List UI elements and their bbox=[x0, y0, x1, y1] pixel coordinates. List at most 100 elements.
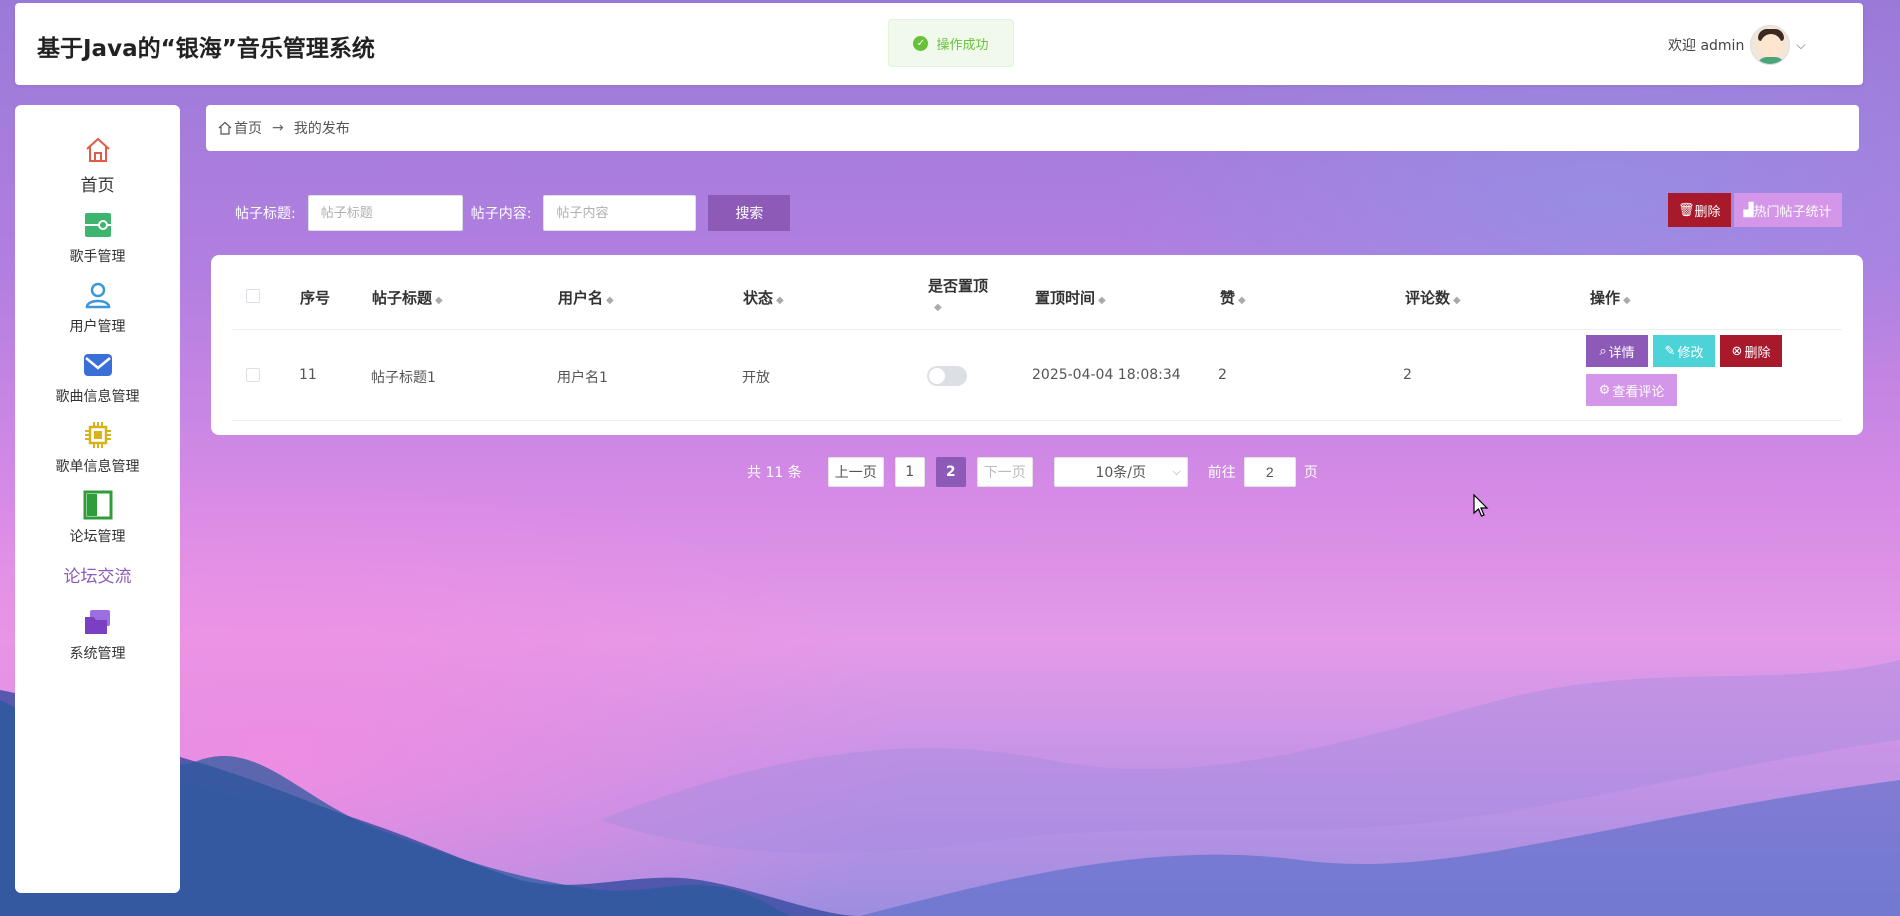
hot-stats-label: 热门帖子统计 bbox=[1753, 204, 1832, 220]
top-header: 基于Java的“银海”音乐管理系统 ✓ 操作成功 欢迎 admin ⌵ bbox=[15, 3, 1863, 85]
row-checkbox[interactable] bbox=[246, 368, 260, 382]
table-card: 序号 帖子标题 ◆ 用户名 ◆ 状态 ◆ 是否置顶 ◆ 置顶时间 ◆ 赞 ◆ 评论数 ◆ 操作… bbox=[211, 255, 1863, 435]
mail-icon bbox=[83, 354, 112, 376]
edit-icon: ✎ bbox=[1664, 343, 1676, 359]
goto-page-input[interactable] bbox=[1243, 457, 1296, 487]
next-page-button[interactable]: 下一页 bbox=[976, 457, 1033, 487]
sort-icon[interactable]: ◆ bbox=[1238, 295, 1246, 306]
goto-label: 前往 bbox=[1207, 465, 1236, 481]
edit-button[interactable]: ✎ 修改 bbox=[1653, 335, 1715, 367]
col-id[interactable]: 序号 bbox=[300, 287, 330, 308]
success-toast: ✓ 操作成功 bbox=[888, 19, 1014, 67]
title-search-label: 帖子标题: bbox=[235, 206, 296, 222]
sidebar-item-label: 首页 bbox=[80, 176, 115, 196]
sort-icon[interactable]: ◆ bbox=[776, 295, 784, 306]
sort-icon[interactable]: ◆ bbox=[1098, 295, 1106, 306]
col-comments[interactable]: 评论数 ◆ bbox=[1405, 287, 1461, 308]
sidebar-item-forum-admin[interactable]: 论坛管理 bbox=[15, 490, 180, 546]
sort-icon[interactable]: ◆ bbox=[1453, 295, 1461, 306]
sidebar-item-label: 用户管理 bbox=[69, 319, 126, 335]
table-row: 11 帖子标题1 用户名1 开放 2025-04-04 18:08:34 2 2… bbox=[232, 330, 1842, 421]
gear-icon: ⚙ bbox=[1598, 382, 1611, 398]
sidebar-item-singers[interactable]: 歌手管理 bbox=[15, 210, 180, 266]
sort-icon[interactable]: ◆ bbox=[1623, 295, 1631, 306]
page-2-button[interactable]: 2 bbox=[935, 457, 966, 487]
breadcrumb-home[interactable]: 首页 bbox=[234, 118, 262, 138]
home-icon bbox=[85, 137, 110, 162]
user-icon bbox=[85, 282, 110, 309]
col-status[interactable]: 状态 ◆ bbox=[743, 287, 784, 308]
sidebar-item-songs[interactable]: 歌曲信息管理 bbox=[15, 350, 180, 406]
chevron-down-icon[interactable]: ⌵ bbox=[1796, 38, 1805, 53]
book-icon bbox=[83, 490, 112, 520]
sidebar-item-users[interactable]: 用户管理 bbox=[15, 280, 180, 336]
sort-icon[interactable]: ◆ bbox=[934, 302, 942, 313]
col-pinned[interactable]: 是否置顶 ◆ bbox=[928, 275, 988, 314]
toolbar: 🗑 删除 ▟ 热门帖子统计 bbox=[1668, 193, 1842, 227]
cell-title: 帖子标题1 bbox=[371, 370, 436, 386]
col-pin-time[interactable]: 置顶时间 ◆ bbox=[1035, 287, 1106, 308]
sidebar-item-label: 系统管理 bbox=[69, 646, 126, 662]
folder-icon bbox=[84, 610, 110, 634]
hot-stats-button[interactable]: ▟ 热门帖子统计 bbox=[1733, 193, 1842, 227]
search-icon: ⌕ bbox=[1599, 343, 1607, 359]
welcome-text: 欢迎 admin bbox=[1668, 38, 1745, 54]
col-title[interactable]: 帖子标题 ◆ bbox=[372, 287, 443, 308]
table-header: 序号 帖子标题 ◆ 用户名 ◆ 状态 ◆ 是否置顶 ◆ 置顶时间 ◆ 赞 ◆ 评论数 ◆ 操作… bbox=[232, 263, 1842, 330]
close-circle-icon: ⊗ bbox=[1731, 343, 1743, 359]
col-likes[interactable]: 赞 ◆ bbox=[1220, 287, 1246, 308]
col-username[interactable]: 用户名 ◆ bbox=[558, 287, 614, 308]
cell-id: 11 bbox=[299, 367, 317, 383]
mouse-cursor-icon bbox=[1473, 494, 1489, 517]
cell-likes: 2 bbox=[1218, 367, 1227, 383]
prev-page-button[interactable]: 上一页 bbox=[827, 457, 884, 487]
check-circle-icon: ✓ bbox=[913, 35, 929, 51]
page-1-button[interactable]: 1 bbox=[894, 457, 925, 487]
pinned-switch[interactable] bbox=[927, 366, 967, 386]
title-search-input[interactable] bbox=[307, 195, 463, 231]
breadcrumb-current: 我的发布 bbox=[293, 121, 350, 137]
sort-icon[interactable]: ◆ bbox=[606, 295, 614, 306]
cell-comments: 2 bbox=[1403, 367, 1412, 383]
search-button[interactable]: 搜索 bbox=[708, 195, 791, 231]
home-icon bbox=[218, 121, 232, 135]
sidebar-item-playlists[interactable]: 歌单信息管理 bbox=[15, 420, 180, 476]
batch-delete-button[interactable]: 🗑 删除 bbox=[1668, 193, 1731, 227]
chart-icon: ▟ bbox=[1743, 202, 1754, 218]
app-title: 基于Java的“银海”音乐管理系统 bbox=[37, 36, 375, 62]
sidebar-item-home[interactable]: 首页 bbox=[15, 135, 180, 196]
trash-icon: 🗑 bbox=[1678, 202, 1695, 218]
pagination: 共 11 条 上一页 1 2 下一页 10条/页 ⌵ 前往 页 bbox=[747, 457, 1318, 487]
view-comments-button[interactable]: ⚙ 查看评论 bbox=[1586, 374, 1677, 406]
sidebar-item-label: 歌单信息管理 bbox=[55, 459, 140, 475]
sidebar-item-forum[interactable]: 论坛交流 bbox=[15, 562, 180, 587]
sidebar-item-label: 论坛管理 bbox=[69, 529, 126, 545]
cell-status: 开放 bbox=[742, 370, 770, 386]
page-size-value: 10条/页 bbox=[1095, 465, 1146, 481]
page-size-select[interactable]: 10条/页 ⌵ bbox=[1053, 457, 1188, 487]
arrow-right-icon: → bbox=[272, 120, 284, 136]
toggle-icon bbox=[84, 213, 111, 237]
cell-pin-time: 2025-04-04 18:08:34 bbox=[1032, 367, 1181, 383]
avatar[interactable] bbox=[1750, 25, 1791, 65]
sidebar-item-label: 歌曲信息管理 bbox=[55, 389, 140, 405]
chip-icon bbox=[84, 422, 111, 448]
toast-message: 操作成功 bbox=[936, 37, 989, 53]
sidebar: 首页 歌手管理 用户管理 歌曲信息管理 歌单信息管理 论坛管理 论坛交流 系统管… bbox=[15, 105, 180, 893]
user-menu[interactable]: 欢迎 admin ⌵ bbox=[1668, 25, 1805, 65]
delete-button[interactable]: ⊗ 删除 bbox=[1720, 335, 1782, 367]
detail-button[interactable]: ⌕ 详情 bbox=[1586, 335, 1648, 367]
content-search-input[interactable] bbox=[543, 195, 697, 231]
sidebar-item-system[interactable]: 系统管理 bbox=[15, 607, 180, 663]
posts-table: 序号 帖子标题 ◆ 用户名 ◆ 状态 ◆ 是否置顶 ◆ 置顶时间 ◆ 赞 ◆ 评论数 ◆ 操作… bbox=[232, 263, 1842, 421]
sort-icon[interactable]: ◆ bbox=[435, 295, 443, 306]
chevron-down-icon: ⌵ bbox=[1172, 465, 1181, 478]
batch-delete-label: 删除 bbox=[1694, 204, 1721, 220]
page-suffix: 页 bbox=[1303, 465, 1318, 481]
breadcrumb: 首页 → 我的发布 bbox=[206, 105, 1859, 151]
search-form: 帖子标题: 帖子内容: 搜索 bbox=[235, 195, 791, 231]
select-all-checkbox[interactable] bbox=[246, 289, 260, 303]
cell-username: 用户名1 bbox=[557, 370, 608, 386]
content-search-label: 帖子内容: bbox=[470, 206, 532, 222]
sidebar-item-label: 歌手管理 bbox=[69, 249, 126, 265]
